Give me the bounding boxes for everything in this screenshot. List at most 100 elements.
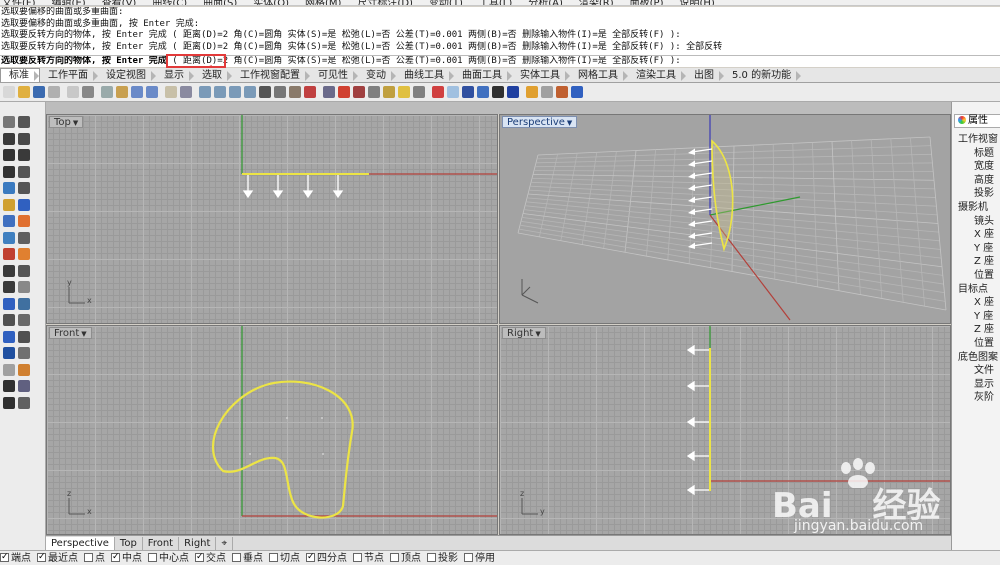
select-icon[interactable] [3,116,15,128]
lights-icon[interactable] [398,86,410,98]
curve-icon[interactable] [18,132,30,145]
osnap-checkbox[interactable] [37,551,46,564]
tab-4[interactable]: 选取 [194,69,232,82]
move-icon[interactable] [526,86,538,98]
menu-item-3[interactable]: 曲线(C) [150,0,187,5]
osnap-4[interactable]: 中心点 [148,552,189,565]
osnap-12[interactable]: 停用 [464,552,495,565]
extrude-icon[interactable] [18,198,30,211]
zoom-extents-icon[interactable] [229,86,241,98]
rectangle-icon[interactable] [3,165,15,178]
tools-icon[interactable] [541,86,553,98]
surface-icon[interactable] [3,198,15,211]
explode-icon[interactable] [18,281,30,293]
split-icon[interactable] [18,264,30,277]
arc-icon[interactable] [18,149,30,161]
osnap-7[interactable]: 切点 [269,552,300,565]
sphere-icon[interactable] [18,215,30,227]
copy-icon[interactable] [101,86,113,98]
layers-icon[interactable] [323,86,335,98]
import-icon[interactable] [67,86,79,98]
osnap-checkbox[interactable] [306,551,315,564]
osnap-9[interactable]: 节点 [353,552,384,565]
undo-icon[interactable] [131,86,143,98]
ghosted-icon[interactable] [447,86,459,98]
boolean-icon[interactable] [3,248,15,260]
four-viewports-icon[interactable] [259,86,271,98]
osnap-11[interactable]: 投影 [427,552,458,565]
text-icon[interactable] [3,347,15,359]
menu-item-4[interactable]: 曲面(S) [201,0,237,5]
point-icon[interactable] [18,116,30,128]
viewport-front[interactable]: x z Front ▼ [46,325,498,535]
rotate-icon[interactable] [18,297,30,310]
viewport-right-label[interactable]: Right ▼ [502,327,546,339]
tab-2[interactable]: 设定视图 [98,69,156,82]
viewport-perspective-label[interactable]: Perspective ▼ [502,116,578,128]
viewport-top[interactable]: x y Top ▼ [46,114,498,324]
move-icon[interactable] [3,297,15,310]
viewport-tab-3[interactable]: Right [179,537,217,551]
tab-10[interactable]: 实体工具 [512,69,570,82]
cplane-icon[interactable] [304,86,316,98]
rotate-view-icon[interactable] [180,86,192,98]
osnap-checkbox[interactable] [427,553,436,562]
properties-icon[interactable] [338,86,350,98]
group-icon[interactable] [3,396,15,409]
print-icon[interactable] [48,86,60,98]
osnap-3[interactable]: 中点 [111,551,142,565]
osnap-checkbox[interactable] [464,553,473,562]
ellipse-icon[interactable] [3,182,15,194]
osnap-8[interactable]: 四分点 [306,551,347,565]
osnap-checkbox[interactable] [0,551,9,564]
viewport-front-label[interactable]: Front ▼ [49,327,92,339]
viewport-top-label[interactable]: Top ▼ [49,116,84,128]
pan-icon[interactable] [165,86,177,98]
cut-icon[interactable] [82,86,94,98]
tab-13[interactable]: 出图 [686,69,724,82]
zoom-selected-icon[interactable] [244,86,256,98]
menu-item-5[interactable]: 实体(O) [251,0,289,5]
osnap-5[interactable]: 交点 [195,551,226,565]
wireframe-icon[interactable] [353,86,365,98]
osnap-checkbox[interactable] [195,551,204,564]
help-icon[interactable] [571,86,583,98]
rendered-view-icon[interactable] [432,86,444,98]
tab-9[interactable]: 曲面工具 [454,69,512,82]
osnap-10[interactable]: 顶点 [390,552,421,565]
cylinder-icon[interactable] [3,231,15,244]
polygon-icon[interactable] [18,165,30,178]
osnap-checkbox[interactable] [84,553,93,562]
osnap-checkbox[interactable] [111,551,120,564]
named-view-icon[interactable] [289,86,301,98]
menu-item-9[interactable]: 工具(L) [477,0,512,5]
menu-item-2[interactable]: 查看(V) [100,0,137,5]
render-icon[interactable] [383,86,395,98]
zoom-dynamic-icon[interactable] [199,86,211,98]
globe-icon[interactable] [507,86,519,98]
circle-icon[interactable] [3,149,15,161]
menu-item-11[interactable]: 渲染(R) [577,0,614,5]
osnap-checkbox[interactable] [390,553,399,562]
menu-item-10[interactable]: 分析(A) [526,0,563,5]
mesh-icon[interactable] [18,231,30,244]
viewport-perspective[interactable]: Perspective ▼ [499,114,951,324]
mirror-icon[interactable] [18,314,30,326]
join-icon[interactable] [3,281,15,293]
viewport-tab-2[interactable]: Front [143,537,180,551]
menu-item-13[interactable]: 说明(H) [678,0,715,5]
tab-0[interactable]: 标准 [0,68,40,82]
osnap-1[interactable]: 最近点 [37,551,78,565]
menu-item-0[interactable]: 文件(F) [0,0,36,5]
tab-8[interactable]: 曲线工具 [396,69,454,82]
osnap-0[interactable]: 端点 [0,551,31,565]
trim-icon[interactable] [3,264,15,277]
zoom-window-icon[interactable] [214,86,226,98]
render-icon[interactable] [18,363,30,376]
analyze-icon[interactable] [3,363,15,376]
array-icon[interactable] [3,330,15,343]
box-icon[interactable] [3,215,15,227]
viewport-tab-0[interactable]: Perspective [46,537,115,551]
layer-icon[interactable] [18,380,30,392]
tab-14[interactable]: 5.0 的新功能 [724,69,802,82]
